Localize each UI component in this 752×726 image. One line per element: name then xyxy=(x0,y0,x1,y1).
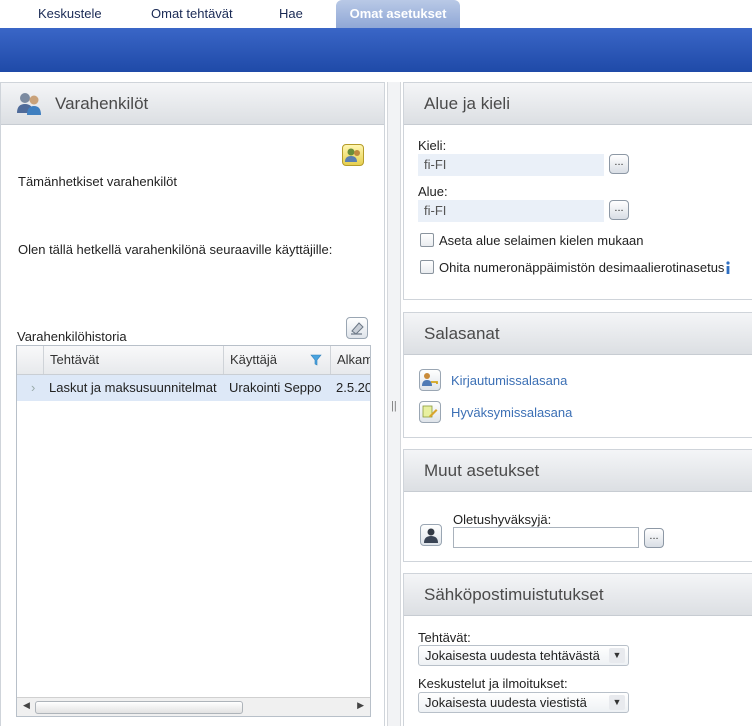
acting-as-substitute-label: Olen tällä hetkellä varahenkilönä seuraa… xyxy=(18,242,333,257)
current-substitutes-label: Tämänhetkiset varahenkilöt xyxy=(18,174,177,189)
default-approver-browse-button[interactable]: ... xyxy=(644,528,664,548)
substitute-history-label: Varahenkilöhistoria xyxy=(17,329,127,344)
region-browse-button[interactable]: ... xyxy=(609,200,629,220)
other-settings-title: Muut asetukset xyxy=(424,461,540,480)
filter-icon[interactable] xyxy=(310,354,322,366)
table-row[interactable]: › Laskut ja maksusuunnitelmat Urakointi … xyxy=(17,375,370,401)
email-reminders-header: Sähköpostimuistutukset xyxy=(404,574,752,616)
region-language-panel: Alue ja kieli Kieli: fi-FI ... Alue: fi-… xyxy=(403,82,752,300)
row-start: 2.5.20 xyxy=(336,380,371,395)
scrollbar-thumb[interactable] xyxy=(35,701,243,714)
email-tasks-value: Jokaisesta uudesta tehtävästä xyxy=(425,648,600,663)
passwords-title: Salasanat xyxy=(424,324,500,343)
default-approver-label: Oletushyväksyjä: xyxy=(453,512,552,527)
language-field[interactable]: fi-FI xyxy=(418,154,604,176)
default-approver-user-button[interactable] xyxy=(420,524,442,546)
chevron-down-icon[interactable]: ▼ xyxy=(609,695,625,710)
language-label: Kieli: xyxy=(418,138,447,153)
substitutes-panel: Varahenkilöt Tämänhetkiset varahenkilöt … xyxy=(0,82,385,726)
approval-password-link[interactable]: Hyväksymissalasana xyxy=(451,405,572,420)
region-language-title: Alue ja kieli xyxy=(424,94,510,113)
passwords-panel: Salasanat Kirjautumissalasana Hyväksymis… xyxy=(403,312,752,438)
approval-password-button[interactable] xyxy=(419,401,441,423)
panel-splitter[interactable]: || xyxy=(387,82,401,726)
grid-column-start[interactable]: Alkam xyxy=(330,346,370,374)
keypad-separator-label: Ohita numeronäppäimistön desimaalierotin… xyxy=(439,260,725,275)
tab-omat-asetukset[interactable]: Omat asetukset xyxy=(336,0,460,28)
other-settings-header: Muut asetukset xyxy=(404,450,752,492)
top-navigation: Keskustele Omat tehtävät Hae Omat asetuk… xyxy=(0,0,752,28)
email-reminders-panel: Sähköpostimuistutukset Tehtävät: Jokaise… xyxy=(403,573,752,726)
row-user: Urakointi Seppo xyxy=(229,380,322,395)
splitter-grip-icon[interactable]: || xyxy=(391,400,397,412)
horizontal-scrollbar[interactable]: ◀ ▶ xyxy=(17,697,370,716)
email-tasks-select[interactable]: Jokaisesta uudesta tehtävästä ▼ xyxy=(418,645,629,666)
grid-column-tasks[interactable]: Tehtävät xyxy=(43,346,223,374)
key-user-icon xyxy=(422,373,438,386)
default-approver-input[interactable] xyxy=(453,527,639,548)
email-discussions-value: Jokaisesta uudesta viestistä xyxy=(425,695,587,710)
row-expand-icon[interactable]: › xyxy=(25,375,43,401)
add-user-icon xyxy=(345,148,360,162)
language-browse-button[interactable]: ... xyxy=(609,154,629,174)
add-substitute-button[interactable] xyxy=(342,144,364,166)
grid-column-user-label: Käyttäjä xyxy=(230,352,277,367)
clear-history-button[interactable] xyxy=(346,317,368,339)
grid-header-spacer xyxy=(17,346,43,374)
keypad-separator-checkbox[interactable] xyxy=(420,260,434,274)
email-discussions-label: Keskustelut ja ilmoitukset: xyxy=(418,676,568,691)
login-password-button[interactable] xyxy=(419,369,441,391)
region-label: Alue: xyxy=(418,184,448,199)
scroll-right-icon[interactable]: ▶ xyxy=(357,700,364,711)
email-tasks-label: Tehtävät: xyxy=(418,630,471,645)
passwords-header: Salasanat xyxy=(404,313,752,355)
email-discussions-select[interactable]: Jokaisesta uudesta viestistä ▼ xyxy=(418,692,629,713)
tab-keskustele[interactable]: Keskustele xyxy=(38,0,102,28)
approval-pencil-icon xyxy=(422,405,438,418)
users-icon xyxy=(17,93,41,115)
scroll-left-icon[interactable]: ◀ xyxy=(23,700,30,711)
chevron-down-icon[interactable]: ▼ xyxy=(609,648,625,663)
grid-header: Tehtävät Käyttäjä Alkam xyxy=(17,346,370,375)
email-reminders-title: Sähköpostimuistutukset xyxy=(424,585,604,604)
browser-region-checkbox[interactable] xyxy=(420,233,434,247)
substitutes-title: Varahenkilöt xyxy=(55,94,149,113)
browser-region-label: Aseta alue selaimen kielen mukaan xyxy=(439,233,644,248)
tab-omat-tehtavat[interactable]: Omat tehtävät xyxy=(151,0,233,28)
grid-column-user[interactable]: Käyttäjä xyxy=(223,346,330,374)
info-icon[interactable] xyxy=(723,261,733,275)
eraser-icon xyxy=(351,322,364,335)
region-language-header: Alue ja kieli xyxy=(404,83,752,125)
login-password-link[interactable]: Kirjautumissalasana xyxy=(451,373,567,388)
substitutes-panel-header: Varahenkilöt xyxy=(1,83,384,125)
other-settings-panel: Muut asetukset Oletushyväksyjä: ... xyxy=(403,449,752,562)
region-field[interactable]: fi-FI xyxy=(418,200,604,222)
row-tasks: Laskut ja maksusuunnitelmat xyxy=(49,380,217,395)
user-icon xyxy=(424,528,438,543)
tab-hae[interactable]: Hae xyxy=(279,0,303,28)
substitute-history-grid: Tehtävät Käyttäjä Alkam › Laskut ja maks… xyxy=(16,345,371,717)
header-banner xyxy=(0,28,752,72)
